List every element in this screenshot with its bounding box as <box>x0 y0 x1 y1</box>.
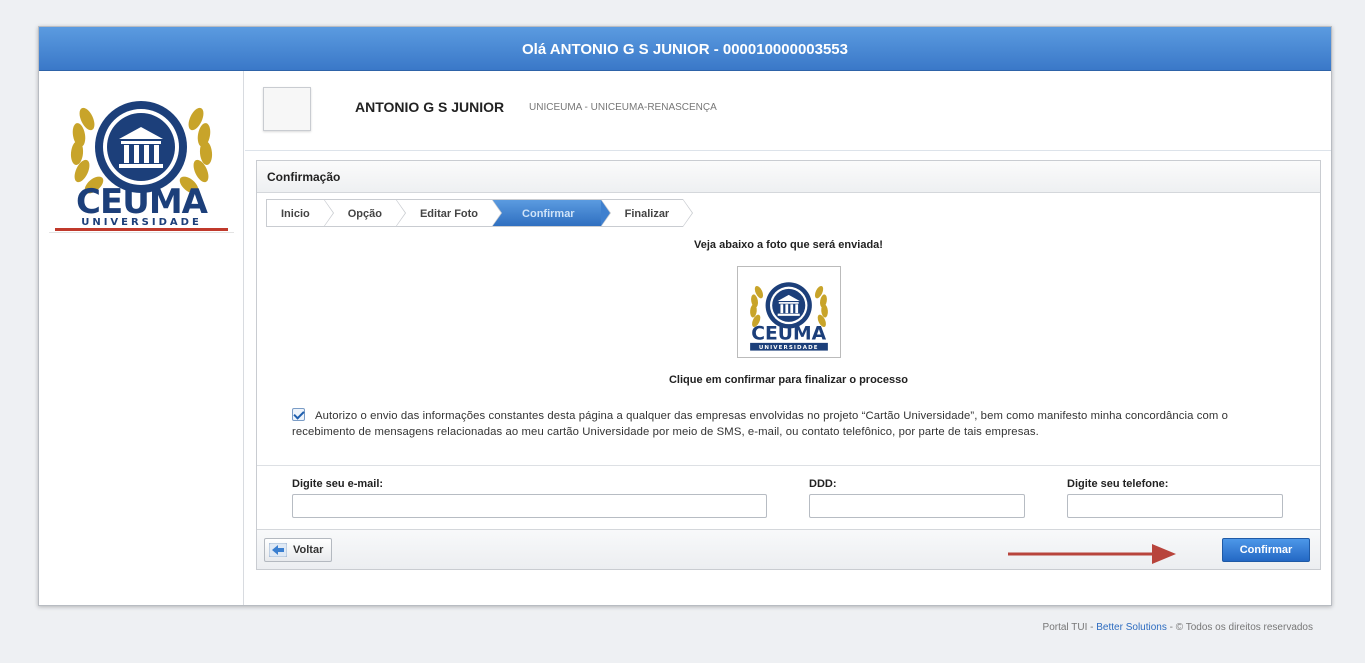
consent-text: Autorizo o envio das informações constan… <box>292 410 1228 438</box>
step-confirmar[interactable]: Confirmar <box>492 199 611 227</box>
email-label: Digite seu e-mail: <box>292 478 384 490</box>
wizard-steps: Inicio Opção Editar Foto Confirmar Final… <box>266 199 693 227</box>
finish-caption: Clique em confirmar para finalizar o pro… <box>668 374 908 386</box>
ddd-label: DDD: <box>809 478 837 490</box>
photo-brand-text: CEUMA <box>751 324 826 345</box>
avatar <box>263 87 311 131</box>
photo-preview-logo: CEUMA UNIVERSIDADE <box>750 282 828 351</box>
app-window: Olá ANTONIO G S JUNIOR - 000010000003553 <box>38 26 1332 606</box>
photo-preview: CEUMA UNIVERSIDADE <box>737 266 841 358</box>
phone-label: Digite seu telefone: <box>1067 478 1169 490</box>
photo-caption: Veja abaixo a foto que será enviada! <box>694 239 883 251</box>
sidebar: CEUMA UNIVERSIDADE <box>39 71 244 605</box>
footer-link[interactable]: Better Solutions <box>1096 622 1167 633</box>
logo-brand-text: CEUMA <box>76 182 208 222</box>
footer-prefix: Portal TUI - <box>1042 622 1097 633</box>
user-name: ANTONIO G S JUNIOR <box>355 99 505 115</box>
footer-suffix: - © Todos os direitos reservados <box>1166 622 1313 633</box>
main-content: ANTONIO G S JUNIOR UNICEUMA - UNICEUMA-R… <box>245 71 1331 605</box>
user-institution: UNICEUMA - UNICEUMA-RENASCENÇA <box>529 102 717 113</box>
ddd-field[interactable] <box>809 494 1025 518</box>
step-inicio[interactable]: Inicio <box>266 199 334 227</box>
panel-title: Confirmação <box>257 161 1320 193</box>
arrow-left-icon <box>268 542 288 558</box>
logo-subtitle-text: UNIVERSIDADE <box>55 217 228 231</box>
confirm-button[interactable]: Confirmar <box>1222 538 1310 562</box>
step-opcao[interactable]: Opção <box>323 199 407 227</box>
step-finalizar[interactable]: Finalizar <box>600 199 693 227</box>
back-button-label: Voltar <box>293 544 324 556</box>
greeting-text: Olá ANTONIO G S JUNIOR - 000010000003553 <box>522 41 848 58</box>
email-field[interactable] <box>292 494 767 518</box>
contact-fields: Digite seu e-mail: DDD: Digite seu telef… <box>257 465 1320 525</box>
step-editar-foto[interactable]: Editar Foto <box>395 199 503 227</box>
photo-subtitle-text: UNIVERSIDADE <box>759 345 819 351</box>
consent-checkbox[interactable] <box>292 408 305 421</box>
phone-field[interactable] <box>1067 494 1283 518</box>
ceuma-logo: CEUMA UNIVERSIDADE <box>49 77 234 233</box>
user-header: ANTONIO G S JUNIOR UNICEUMA - UNICEUMA-R… <box>245 71 1331 151</box>
confirmation-panel: Confirmação Inicio Opção Editar Foto Con… <box>256 160 1321 570</box>
back-button[interactable]: Voltar <box>264 538 333 562</box>
greeting-bar: Olá ANTONIO G S JUNIOR - 000010000003553 <box>39 27 1331 71</box>
site-footer: Portal TUI - Better Solutions - © Todos … <box>1043 622 1313 633</box>
consent-block: Autorizo o envio das informações constan… <box>292 408 1282 440</box>
annotation-arrow-icon <box>1008 544 1176 564</box>
